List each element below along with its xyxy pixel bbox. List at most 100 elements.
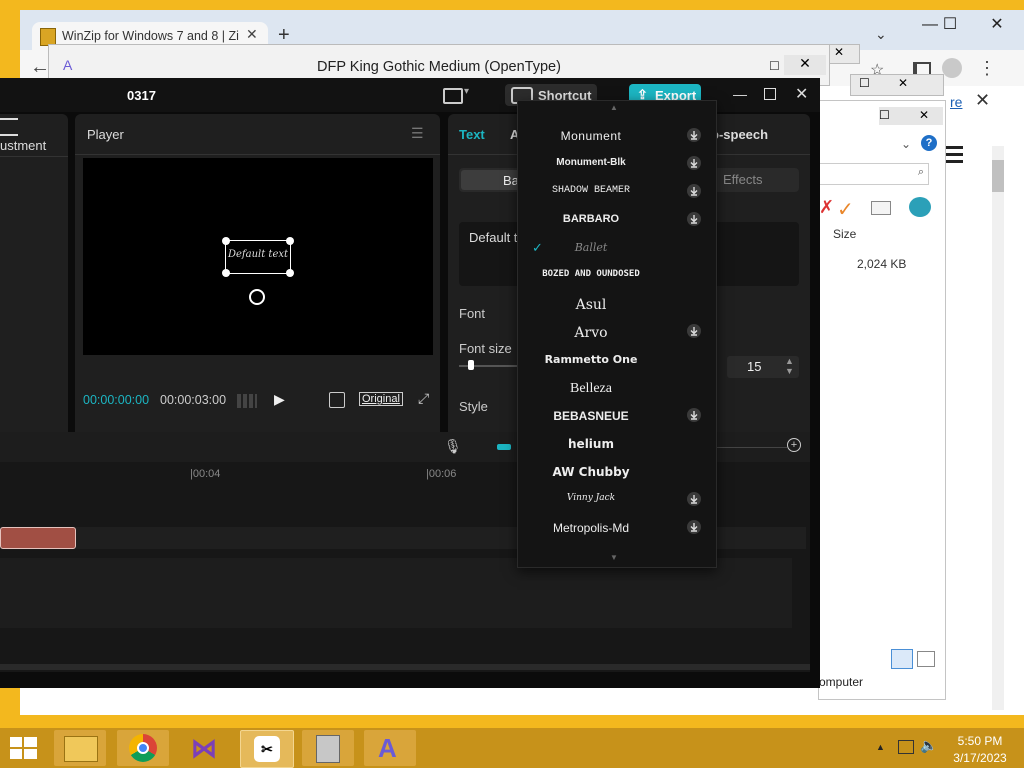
scroll-down-icon[interactable]: ▼ [610, 553, 618, 562]
rotate-handle-icon[interactable] [249, 289, 265, 305]
font-option[interactable]: BARBARO [518, 207, 716, 235]
explorer-expand-chevron-icon[interactable]: ⌄ [901, 137, 911, 151]
download-icon[interactable] [686, 407, 702, 423]
column-header-size[interactable]: Size [833, 227, 856, 241]
text-selection-box[interactable]: Default text [222, 237, 294, 277]
explorer-max-icon[interactable]: ☐ [879, 108, 890, 122]
properties-icon[interactable] [871, 201, 891, 215]
microphone-icon[interactable]: 🎙 [444, 438, 462, 455]
font-option[interactable]: Monument [518, 123, 716, 151]
adjustment-label[interactable]: ustment [0, 138, 46, 153]
capcut-minimize-icon[interactable]: — [733, 86, 747, 102]
font-dropdown[interactable]: ▲ Monument Monument-Blk SHADOW BEAMER BARBA… [517, 100, 717, 568]
back-arrow-icon[interactable]: ← [30, 56, 50, 79]
fullscreen-icon[interactable]: ⤢ [418, 390, 429, 407]
tab-text[interactable]: Text [459, 127, 485, 142]
chrome-maximize-button[interactable]: ☐ [935, 14, 965, 34]
text-clip[interactable] [0, 527, 76, 549]
player-menu-icon[interactable]: ☰ [411, 125, 424, 142]
font-option[interactable]: Rammetto One [518, 347, 716, 375]
download-icon[interactable] [686, 519, 702, 535]
page-link-fragment[interactable]: re [950, 94, 962, 110]
snap-toggle-icon[interactable] [497, 444, 511, 450]
resize-handle-br[interactable] [286, 269, 294, 277]
timeline-tick-6: |00:06 [426, 468, 457, 480]
screenshot-icon[interactable] [329, 392, 345, 408]
adjustment-icon[interactable] [0, 118, 18, 136]
taskbar-chrome[interactable] [117, 730, 169, 766]
download-icon[interactable] [686, 155, 702, 171]
taskbar-font-viewer[interactable]: A [364, 730, 416, 766]
timeline-grid-icon[interactable] [237, 394, 257, 408]
tab-close-icon[interactable]: ✕ [246, 26, 258, 43]
tiles-view-icon[interactable] [917, 651, 935, 667]
font-size-slider[interactable] [459, 360, 517, 370]
font-option[interactable]: Monument-Blk [518, 151, 716, 179]
font-option[interactable]: BOZED AND OUNDOSED [518, 263, 716, 291]
taskbar-file-explorer[interactable] [54, 730, 106, 766]
layout-icon[interactable] [443, 88, 463, 104]
stacked2-max-icon[interactable]: ☐ [859, 76, 870, 90]
tab-search-chevron-icon[interactable]: ⌄ [875, 26, 887, 43]
font-size-stepper[interactable]: 15 ▲ ▼ [727, 356, 799, 378]
hamburger-icon[interactable] [945, 146, 963, 166]
stepper-arrows-icon[interactable]: ▲ ▼ [785, 356, 794, 376]
help-icon[interactable]: ? [921, 135, 937, 151]
network-icon[interactable] [898, 740, 914, 754]
clock-date[interactable]: 3/17/2023 [942, 751, 1018, 765]
original-ratio-button[interactable]: Original [359, 392, 403, 406]
tray-chevron-icon[interactable]: ▲ [876, 742, 885, 752]
tab-text-to-speech[interactable]: o-speech [711, 127, 768, 142]
font-viewer-title: DFP King Gothic Medium (OpenType) [317, 59, 561, 75]
resize-handle-tr[interactable] [286, 237, 294, 245]
font-option[interactable]: AW Chubby [518, 459, 716, 487]
layout-chevron-icon[interactable]: ▾ [464, 86, 469, 97]
video-preview[interactable]: Default text [83, 158, 433, 355]
chrome-close-button[interactable]: ✕ [974, 14, 1020, 36]
page-scrollbar[interactable] [992, 146, 1004, 710]
subtab-effects[interactable]: Effects [723, 172, 763, 187]
download-icon[interactable] [686, 183, 702, 199]
menu-dots-icon[interactable]: ⋮ [978, 58, 996, 79]
volume-icon[interactable]: 🔈 [920, 737, 937, 754]
taskbar-capcut[interactable]: ✂ [240, 730, 294, 768]
download-icon[interactable] [686, 323, 702, 339]
resize-handle-tl[interactable] [222, 237, 230, 245]
download-icon[interactable] [686, 211, 702, 227]
font-option[interactable]: Asul [518, 291, 716, 319]
font-option[interactable]: Belleza [518, 375, 716, 403]
explorer-search-input[interactable]: ⌕ [819, 163, 929, 185]
zoom-slider[interactable] [715, 447, 787, 448]
capcut-maximize-icon[interactable] [764, 88, 776, 100]
scroll-up-icon[interactable]: ▲ [610, 103, 618, 112]
clock-time[interactable]: 5:50 PM [942, 734, 1018, 748]
profile-avatar-icon[interactable] [942, 58, 962, 78]
font-option[interactable]: BEBASNEUE [518, 403, 716, 431]
font-option[interactable]: Vinny Jack [518, 487, 716, 515]
font-viewer-close-button[interactable]: ✕ [784, 55, 826, 75]
explorer-close-icon[interactable]: ✕ [905, 108, 943, 122]
stacked2-close-icon[interactable]: ✕ [887, 76, 919, 90]
timeline-scrollbar[interactable] [0, 664, 810, 670]
zoom-in-icon[interactable]: + [787, 438, 801, 452]
font-option[interactable]: ✓ Ballet [518, 235, 716, 263]
delete-x-icon[interactable]: ✗ [819, 197, 834, 218]
checkmark-icon[interactable]: ✓ [837, 197, 854, 222]
taskbar-winzip[interactable] [302, 730, 354, 766]
capcut-close-icon[interactable]: ✕ [795, 84, 808, 104]
download-icon[interactable] [686, 491, 702, 507]
font-option[interactable]: Arvo [518, 319, 716, 347]
taskbar-visual-studio[interactable]: ⋈ [178, 730, 230, 766]
font-option[interactable]: helium [518, 431, 716, 459]
font-option[interactable]: Metropolis-Md [518, 515, 716, 543]
font-option[interactable]: SHADOW BEAMER [518, 179, 716, 207]
page-close-icon[interactable]: ✕ [975, 90, 990, 111]
shell-icon[interactable] [909, 197, 931, 217]
font-size-slider-handle[interactable] [468, 360, 474, 370]
start-windows-icon[interactable] [10, 737, 38, 761]
download-icon[interactable] [686, 127, 702, 143]
resize-handle-bl[interactable] [222, 269, 230, 277]
play-icon[interactable]: ▶ [274, 391, 285, 408]
details-view-icon[interactable] [891, 649, 913, 669]
font-viewer-maximize-icon[interactable]: ☐ [769, 59, 780, 73]
